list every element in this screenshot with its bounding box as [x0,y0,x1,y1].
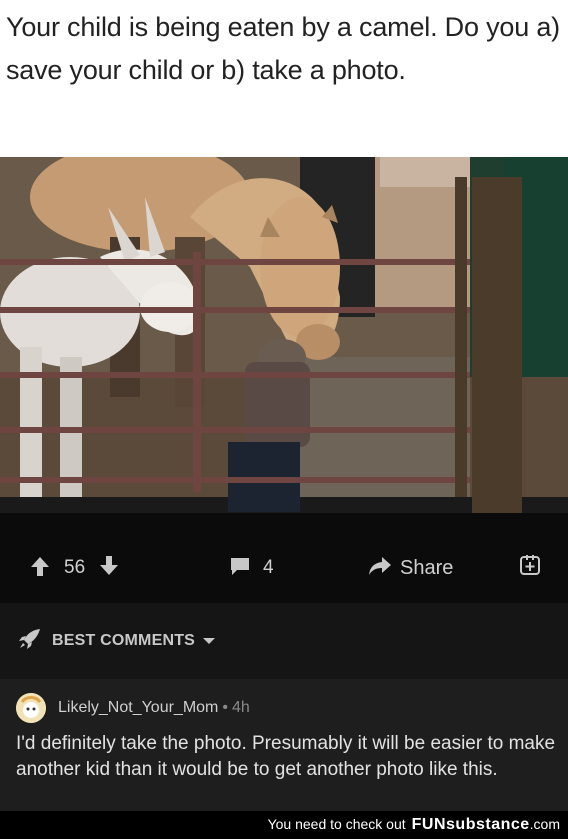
watermark-footer: You need to check out FUN substance .com [0,811,568,839]
bookmark-add-icon [520,554,540,581]
vote-count: 56 [64,557,86,578]
separator-dot: • [222,699,228,716]
caret-down-icon[interactable] [203,632,216,650]
brand-domain: .com [529,816,560,832]
save-button[interactable] [520,554,540,581]
share-button[interactable]: Share [368,553,453,583]
camel-donkey-child-photo [0,157,568,513]
comment-header: Likely_Not_Your_Mom • 4h [16,693,250,723]
post-title-area: Your child is being eaten by a camel. Do… [0,0,568,157]
share-arrow-icon [368,556,392,581]
brand-substance: substance [446,816,530,833]
best-comments-bar[interactable]: BEST COMMENTS [0,603,568,679]
comment-bubble-icon [229,556,251,581]
arrow-up-icon[interactable] [30,555,50,582]
comment-username[interactable]: Likely_Not_Your_Mom [58,699,218,717]
comment-text: I'd definitely take the photo. Presumabl… [16,733,556,780]
avatar[interactable] [16,693,46,723]
comment-count: 4 [263,557,274,578]
post-image[interactable] [0,157,568,513]
share-label: Share [400,556,454,579]
post-title: Your child is being eaten by a camel. Do… [6,12,560,85]
vote-controls: 56 [30,553,119,583]
footer-text: You need to check out [267,816,406,832]
comment-time: 4h [232,699,250,716]
post-action-bar: 56 4 Share [0,513,568,603]
best-comments-label: BEST COMMENTS [52,632,196,649]
brand-fun: FUN [411,816,447,833]
comments-button[interactable]: 4 [229,553,274,583]
rocket-icon [18,628,42,655]
comment-item: Likely_Not_Your_Mom • 4h I'd definitely … [0,679,568,811]
arrow-down-icon[interactable] [99,555,119,582]
